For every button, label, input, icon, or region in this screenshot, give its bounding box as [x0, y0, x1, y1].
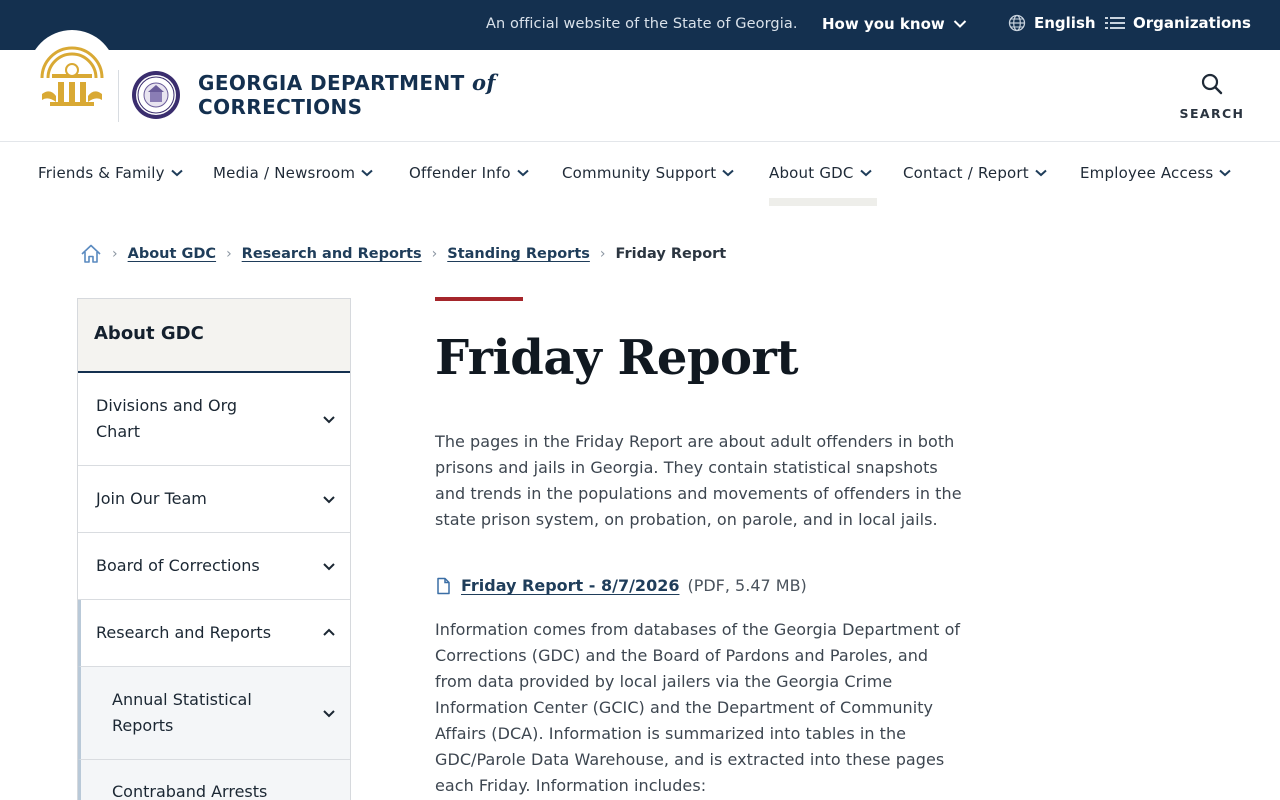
agency-name-line1: GEORGIA DEPARTMENT — [198, 71, 465, 95]
nav-label: Community Support — [562, 164, 717, 182]
main-navigation: Friends & Family Media / Newsroom Offend… — [0, 143, 1280, 207]
nav-item-about-gdc[interactable]: About GDC — [769, 164, 872, 182]
breadcrumb-standing-reports[interactable]: Standing Reports — [447, 246, 590, 262]
nav-item-friends-family[interactable]: Friends & Family — [38, 164, 183, 182]
friday-report-pdf-link[interactable]: Friday Report - 8/7/2026 — [461, 576, 679, 595]
organizations-label: Organizations — [1133, 14, 1251, 32]
nav-label: Employee Access — [1080, 164, 1214, 182]
sidebar-item-board[interactable]: Board of Corrections — [78, 533, 350, 600]
search-button[interactable]: SEARCH — [1178, 72, 1246, 121]
how-you-know-label: How you know — [822, 15, 945, 33]
agency-name-line2: CORRECTIONS — [198, 95, 363, 119]
sidebar-item-label: Contraband Arrests — [112, 782, 268, 800]
georgia-logo[interactable] — [28, 30, 116, 118]
page-title: Friday Report — [435, 330, 799, 386]
chevron-down-icon — [361, 169, 373, 177]
georgia-arch-logo-icon — [40, 46, 104, 106]
breadcrumb-current: Friday Report — [615, 246, 727, 262]
search-icon — [1201, 73, 1223, 95]
sidebar-heading[interactable]: About GDC — [78, 299, 350, 373]
sidebar-item-join-our-team[interactable]: Join Our Team — [78, 466, 350, 533]
chevron-right-icon: › — [226, 246, 232, 262]
sidebar-item-label: Divisions and Org Chart — [96, 396, 238, 441]
list-icon — [1105, 17, 1125, 29]
chevron-down-icon[interactable] — [322, 412, 336, 426]
nav-label: Offender Info — [409, 164, 511, 182]
agency-name[interactable]: GEORGIA DEPARTMENT of CORRECTIONS — [198, 70, 496, 120]
chevron-down-icon — [170, 169, 183, 177]
sidebar-item-label: Join Our Team — [96, 489, 207, 508]
chevron-down-icon — [1219, 169, 1232, 177]
nav-label: Friends & Family — [38, 164, 165, 182]
breadcrumb: › About GDC › Research and Reports › Sta… — [80, 241, 726, 267]
chevron-down-icon[interactable] — [322, 492, 336, 506]
search-label: SEARCH — [1179, 106, 1245, 121]
sidebar-item-research-reports[interactable]: Research and Reports — [78, 600, 350, 667]
globe-icon — [1008, 14, 1026, 32]
chevron-down-icon — [859, 169, 872, 177]
chevron-down-icon[interactable] — [322, 706, 336, 720]
how-you-know-toggle[interactable]: How you know — [822, 15, 967, 33]
sidebar-item-divisions[interactable]: Divisions and Org Chart — [78, 373, 350, 466]
chevron-down-icon — [517, 169, 529, 177]
nav-item-offender-info[interactable]: Offender Info — [409, 164, 529, 182]
file-meta: (PDF, 5.47 MB) — [687, 576, 807, 595]
gdc-seal-icon — [132, 71, 180, 119]
nav-label: Contact / Report — [903, 164, 1029, 182]
chevron-up-icon[interactable] — [322, 626, 336, 640]
title-accent-bar — [435, 297, 523, 301]
nav-item-contact-report[interactable]: Contact / Report — [903, 164, 1047, 182]
intro-paragraph: The pages in the Friday Report are about… — [435, 432, 962, 529]
breadcrumb-about-gdc[interactable]: About GDC — [128, 246, 216, 262]
nav-label: About GDC — [769, 164, 854, 182]
sidebar-item-label: Annual Statistical Reports — [112, 690, 252, 735]
sidebar-subitem-annual-statistical[interactable]: Annual Statistical Reports — [78, 667, 350, 760]
section-sidebar: About GDC Divisions and Org Chart Join O… — [77, 298, 351, 800]
chevron-down-icon — [722, 169, 734, 177]
chevron-right-icon: › — [431, 246, 438, 262]
chevron-right-icon: › — [599, 246, 606, 262]
official-site-text: An official website of the State of Geor… — [486, 16, 798, 32]
chevron-down-icon — [1035, 169, 1047, 177]
language-selector[interactable]: English — [1008, 14, 1096, 32]
friday-report-download: Friday Report - 8/7/2026 (PDF, 5.47 MB) — [435, 576, 807, 595]
nav-item-employee-access[interactable]: Employee Access — [1080, 164, 1232, 182]
language-label: English — [1034, 14, 1096, 32]
sidebar-item-label: Board of Corrections — [96, 556, 260, 575]
chevron-down-icon — [953, 20, 966, 28]
home-icon[interactable] — [80, 243, 102, 265]
site-header: GEORGIA DEPARTMENT of CORRECTIONS SEARCH — [0, 30, 1280, 142]
nav-label: Media / Newsroom — [213, 164, 356, 182]
nav-item-media-newsroom[interactable]: Media / Newsroom — [213, 164, 373, 182]
breadcrumb-research-reports[interactable]: Research and Reports — [242, 246, 422, 262]
organizations-menu[interactable]: Organizations — [1105, 14, 1251, 32]
nav-item-community-support[interactable]: Community Support — [562, 164, 734, 182]
sidebar-subitem-contraband-arrests[interactable]: Contraband Arrests — [78, 760, 350, 800]
document-icon — [437, 577, 450, 594]
sidebar-item-label: Research and Reports — [96, 623, 272, 642]
chevron-right-icon: › — [112, 246, 118, 262]
logo-divider — [118, 70, 119, 122]
chevron-down-icon[interactable] — [322, 559, 336, 573]
official-banner: An official website of the State of Geor… — [0, 0, 1280, 50]
gdc-seal[interactable] — [131, 70, 181, 124]
nav-active-indicator — [769, 198, 877, 206]
agency-name-of: of — [472, 70, 496, 95]
info-paragraph: Information comes from databases of the … — [435, 620, 961, 795]
